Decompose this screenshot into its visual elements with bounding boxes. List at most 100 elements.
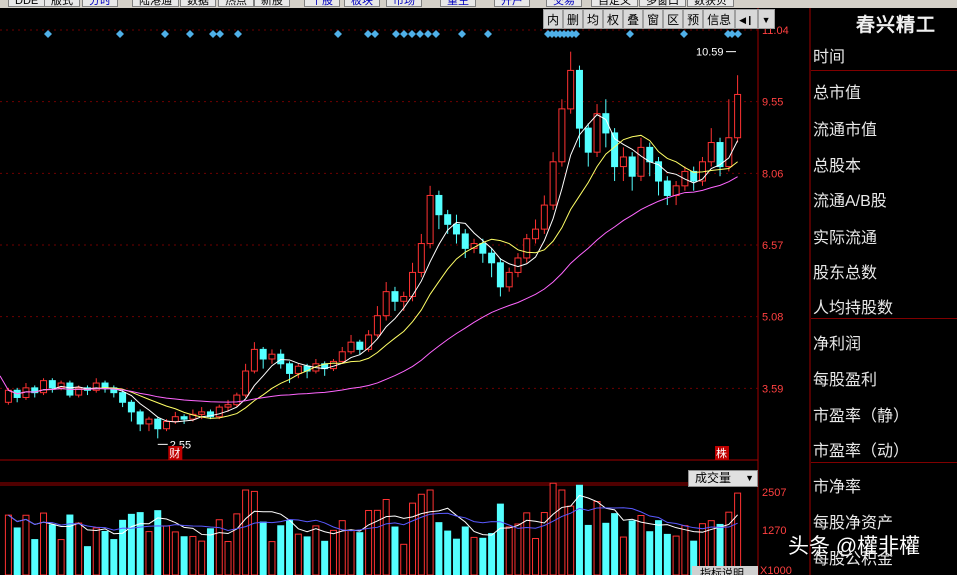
info-field-2: 流通市值 (813, 122, 878, 139)
volume-bar-56 (496, 503, 504, 575)
y-tick-label-4: 5.08 (762, 312, 783, 324)
volume-indicator-selector[interactable]: 成交量 ▼ (688, 470, 758, 487)
info-diamond-icon-2 (161, 30, 169, 38)
top-button-0[interactable]: DDE (8, 0, 46, 7)
candle-body-41 (365, 334, 373, 350)
volume-bar-23 (206, 528, 214, 575)
volume-bar-45 (400, 543, 408, 575)
y-tick-label-5: 3.59 (762, 383, 783, 395)
y-tick-label-3: 6.57 (762, 240, 783, 252)
candle-body-28 (250, 348, 258, 372)
volume-bar-41 (365, 509, 373, 575)
volume-bar-20 (180, 536, 188, 575)
volume-bar-29 (259, 521, 267, 575)
toolbar-button-8[interactable]: 信息 (703, 9, 736, 29)
toolbar-button-1[interactable]: 删 (563, 9, 584, 29)
candle-body-26 (233, 394, 241, 406)
volume-bar-22 (198, 540, 206, 575)
info-field-14: 每股公积金 (813, 551, 894, 568)
candle-body-38 (338, 351, 346, 362)
candle-body-18 (163, 421, 171, 430)
candle-body-22 (198, 411, 206, 415)
top-button-15[interactable]: 数获贝 (687, 0, 734, 7)
info-field-1: 总市值 (813, 85, 862, 102)
volume-tick-1: 1270 (762, 525, 786, 537)
candle-body-29 (259, 348, 267, 360)
candle-body-51 (452, 223, 460, 235)
candle-body-59 (523, 238, 531, 259)
info-field-9: 每股盈利 (813, 372, 878, 389)
audio-icon[interactable]: ◀❙ (735, 9, 758, 29)
top-button-12[interactable]: 交易 (546, 0, 582, 7)
candle-body-73 (646, 146, 654, 163)
toolbar-button-7[interactable]: 预 (683, 9, 704, 29)
candle-body-65 (575, 69, 583, 129)
y-tick-label-2: 8.06 (762, 168, 783, 180)
volume-bar-75 (663, 533, 671, 575)
info-field-13: 每股净资产 (813, 515, 894, 532)
volume-bar-2 (22, 514, 30, 575)
volume-bar-43 (382, 499, 390, 575)
candle-body-17 (154, 418, 162, 430)
candle-body-56 (496, 262, 504, 288)
info-diamond-icon-3 (186, 30, 194, 38)
info-diamond-icon-26 (626, 30, 634, 38)
volume-bar-52 (461, 526, 469, 575)
volume-bar-54 (479, 537, 487, 575)
volume-bar-9 (83, 546, 91, 575)
volume-bar-67 (593, 501, 601, 575)
candle-body-64 (567, 69, 575, 110)
top-button-2[interactable]: 分时 (82, 0, 118, 7)
toolbar-button-5[interactable]: 窗 (643, 9, 664, 29)
info-diamond-icon-6 (234, 30, 242, 38)
volume-bar-70 (619, 536, 627, 575)
toolbar-button-0[interactable]: 内 (543, 9, 564, 29)
toolbar-button-2[interactable]: 均 (583, 9, 604, 29)
volume-bar-15 (136, 512, 144, 575)
toolbar-button-4[interactable]: 叠 (623, 9, 644, 29)
y-tick-label-1: 9.55 (762, 97, 783, 109)
top-button-13[interactable]: 自定义 (591, 0, 638, 7)
volume-bar-30 (268, 541, 276, 575)
info-field-10: 市盈率（静） (813, 408, 910, 425)
indicator-help-text: 指标说明 (700, 566, 744, 575)
top-button-11[interactable]: 开户 (494, 0, 530, 7)
top-button-8[interactable]: 板块 (344, 0, 380, 7)
info-diamond-icon-15 (432, 30, 440, 38)
info-diamond-icon-1 (116, 30, 124, 38)
candle-body-5 (48, 380, 56, 389)
toolbar-button-3[interactable]: 权 (603, 9, 624, 29)
top-button-4[interactable]: 数据 (180, 0, 216, 7)
top-button-9[interactable]: 市场 (386, 0, 422, 7)
top-button-6[interactable]: 新股 (254, 0, 290, 7)
top-button-7[interactable]: 个股 (304, 0, 340, 7)
top-button-1[interactable]: 版式 (44, 0, 80, 7)
candle-body-54 (479, 243, 487, 254)
top-button-3[interactable]: 陆港通 (132, 0, 179, 7)
candle-body-82 (725, 137, 733, 168)
volume-bar-1 (13, 527, 21, 575)
top-button-5[interactable]: 热点 (218, 0, 254, 7)
info-diamond-icon-7 (334, 30, 342, 38)
chevron-down-icon: ▼ (745, 473, 754, 483)
toolbar-button-6[interactable]: 区 (663, 9, 684, 29)
candle-body-71 (628, 156, 636, 177)
top-button-10[interactable]: 重生 (440, 0, 476, 7)
volume-bar-37 (329, 529, 337, 575)
info-diamond-icon-4 (209, 30, 217, 38)
info-diamond-icon-27 (680, 30, 688, 38)
volume-bar-11 (101, 530, 109, 575)
candle-body-75 (663, 180, 671, 196)
dropdown-arrow-icon[interactable]: ▼ (757, 9, 775, 29)
volume-bar-76 (672, 535, 680, 575)
candle-body-42 (373, 315, 381, 336)
volume-bar-72 (637, 515, 645, 575)
candle-body-19 (171, 416, 179, 423)
volume-bar-44 (391, 526, 399, 575)
volume-bar-31 (277, 525, 285, 575)
candle-body-58 (514, 257, 522, 273)
top-button-14[interactable]: 多窗口 (639, 0, 686, 7)
volume-bar-18 (163, 525, 171, 575)
volume-bar-28 (250, 490, 258, 575)
ma5-line (8, 114, 739, 423)
